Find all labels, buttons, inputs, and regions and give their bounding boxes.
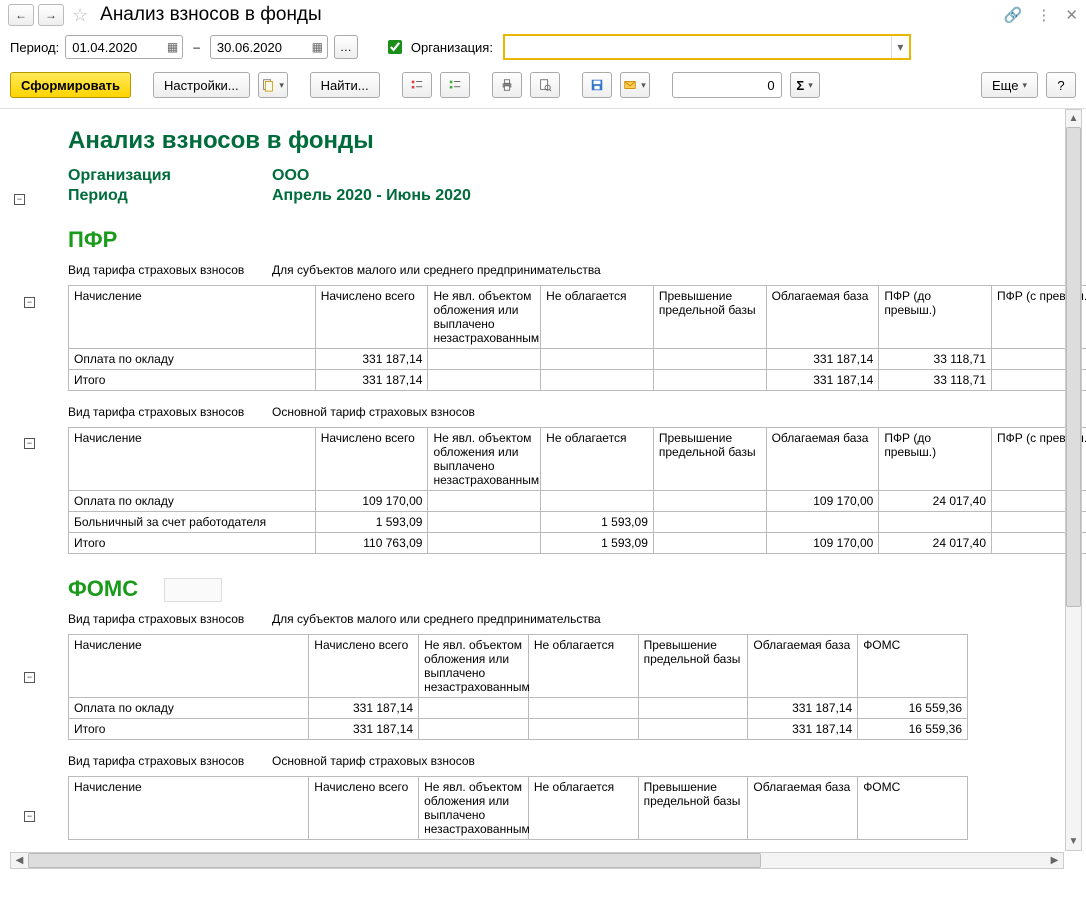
table-row: Больничный за счет работодателя 1 593,09… bbox=[69, 512, 1086, 533]
sum-button[interactable]: Σ▾ bbox=[790, 72, 820, 98]
meta-period-key: Период bbox=[68, 187, 272, 205]
generate-button[interactable]: Сформировать bbox=[10, 72, 131, 98]
date-separator: – bbox=[193, 40, 200, 54]
kebab-menu-icon[interactable]: ⋮ bbox=[1036, 6, 1051, 24]
date-from-input[interactable] bbox=[70, 39, 150, 56]
expand-icon bbox=[410, 78, 424, 92]
close-icon[interactable]: ✕ bbox=[1065, 6, 1078, 24]
tariff-value: Основной тариф страховых взносов bbox=[272, 405, 475, 419]
date-to-field[interactable]: ▦ bbox=[210, 35, 328, 59]
date-from-field[interactable]: ▦ bbox=[65, 35, 183, 59]
calendar-icon[interactable]: ▦ bbox=[312, 40, 323, 54]
tariff-value: Для субъектов малого или среднего предпр… bbox=[272, 612, 601, 626]
preview-button[interactable] bbox=[530, 72, 560, 98]
collapse-groups-button[interactable] bbox=[440, 72, 470, 98]
outline-toggle[interactable]: − bbox=[14, 194, 25, 205]
table-row: Оплата по окладу 109 170,00 109 170,00 2… bbox=[69, 491, 1086, 512]
tariff-label: Вид тарифа страховых взносов bbox=[68, 405, 272, 419]
outline-toggle[interactable]: − bbox=[24, 811, 35, 822]
outline-toggle[interactable]: − bbox=[24, 438, 35, 449]
col-notobj: Не явл. объектом обложения или выплачено… bbox=[428, 286, 541, 349]
page-magnifier-icon bbox=[538, 78, 552, 92]
pfr-sme-table: Начисление Начислено всего Не явл. объек… bbox=[68, 285, 1086, 391]
tariff-label: Вид тарифа страховых взносов bbox=[68, 754, 272, 768]
outline-gutter: − − − − − bbox=[0, 109, 40, 869]
scroll-right-icon[interactable]: ▶ bbox=[1046, 853, 1063, 868]
report-heading: Анализ взносов в фонды bbox=[68, 127, 1086, 155]
foms-main-table: Начисление Начислено всего Не явл. объек… bbox=[68, 776, 968, 840]
collapse-icon bbox=[448, 78, 462, 92]
pfr-main-table: Начисление Начислено всего Не явл. объек… bbox=[68, 427, 1086, 554]
org-label: Организация: bbox=[411, 40, 493, 55]
scroll-thumb[interactable] bbox=[28, 853, 761, 868]
table-total-row: Итого 331 187,14 331 187,14 16 559,36 bbox=[69, 719, 968, 740]
tariff-value: Основной тариф страховых взносов bbox=[272, 754, 475, 768]
col-excess: Превышение предельной базы bbox=[653, 286, 766, 349]
page-title: Анализ взносов в фонды bbox=[100, 4, 322, 26]
period-label: Период: bbox=[10, 40, 59, 55]
org-checkbox[interactable] bbox=[388, 40, 402, 54]
back-button[interactable]: ← bbox=[8, 4, 34, 26]
section-pfr-heading: ПФР bbox=[68, 227, 1086, 253]
link-icon[interactable]: 🔗 bbox=[1004, 6, 1023, 24]
meta-org-value: ООО bbox=[272, 167, 309, 185]
diskette-icon bbox=[590, 78, 604, 92]
save-button[interactable] bbox=[582, 72, 612, 98]
table-total-row: Итого 331 187,14 331 187,14 33 118,71 bbox=[69, 370, 1086, 391]
clipboard-icon bbox=[261, 78, 275, 92]
envelope-icon bbox=[623, 78, 637, 92]
scroll-thumb[interactable] bbox=[1066, 127, 1081, 607]
col-name: Начисление bbox=[69, 286, 316, 349]
org-select[interactable]: ▾ bbox=[503, 34, 911, 60]
col-nottax: Не облагается bbox=[541, 286, 654, 349]
send-button[interactable]: ▾ bbox=[620, 72, 650, 98]
calendar-icon[interactable]: ▦ bbox=[167, 40, 178, 54]
section-foms-heading: ФОМС bbox=[68, 576, 1086, 602]
foms-sme-table: Начисление Начислено всего Не явл. объек… bbox=[68, 634, 968, 740]
table-row: Оплата по окладу 331 187,14 331 187,14 3… bbox=[69, 349, 1086, 370]
meta-org-key: Организация bbox=[68, 167, 272, 185]
sigma-icon: Σ bbox=[796, 78, 804, 93]
col-total: Начислено всего bbox=[315, 286, 428, 349]
vertical-scrollbar[interactable]: ▲ ▼ bbox=[1065, 109, 1082, 851]
favorite-icon[interactable]: ☆ bbox=[72, 5, 88, 26]
col-base: Облагаемая база bbox=[766, 286, 879, 349]
find-button[interactable]: Найти... bbox=[310, 72, 380, 98]
chevron-down-icon[interactable]: ▾ bbox=[891, 36, 909, 58]
settings-variants-button[interactable]: ▾ bbox=[258, 72, 288, 98]
foms-placeholder-box bbox=[164, 578, 222, 602]
date-to-input[interactable] bbox=[215, 39, 295, 56]
scroll-down-icon[interactable]: ▼ bbox=[1066, 833, 1081, 850]
expand-groups-button[interactable] bbox=[402, 72, 432, 98]
printer-icon bbox=[500, 78, 514, 92]
table-total-row: Итого 110 763,09 1 593,09 109 170,00 24 … bbox=[69, 533, 1086, 554]
meta-period-value: Апрель 2020 - Июнь 2020 bbox=[272, 187, 471, 205]
col-pfr-before: ПФР (до превыш.) bbox=[879, 286, 992, 349]
tariff-label: Вид тарифа страховых взносов bbox=[68, 263, 272, 277]
more-button[interactable]: Еще▾ bbox=[981, 72, 1038, 98]
table-row: Оплата по окладу 331 187,14 331 187,14 1… bbox=[69, 698, 968, 719]
report-body: Анализ взносов в фонды Организация ООО П… bbox=[40, 109, 1086, 869]
period-picker-button[interactable]: … bbox=[334, 35, 358, 59]
scroll-up-icon[interactable]: ▲ bbox=[1066, 110, 1081, 127]
outline-toggle[interactable]: − bbox=[24, 672, 35, 683]
settings-button[interactable]: Настройки... bbox=[153, 72, 250, 98]
tariff-value: Для субъектов малого или среднего предпр… bbox=[272, 263, 601, 277]
scroll-left-icon[interactable]: ◀ bbox=[11, 853, 28, 868]
forward-button[interactable]: → bbox=[38, 4, 64, 26]
number-input[interactable] bbox=[672, 72, 782, 98]
tariff-label: Вид тарифа страховых взносов bbox=[68, 612, 272, 626]
print-button[interactable] bbox=[492, 72, 522, 98]
outline-toggle[interactable]: − bbox=[24, 297, 35, 308]
horizontal-scrollbar[interactable]: ◀ ▶ bbox=[10, 852, 1064, 869]
help-button[interactable]: ? bbox=[1046, 72, 1076, 98]
